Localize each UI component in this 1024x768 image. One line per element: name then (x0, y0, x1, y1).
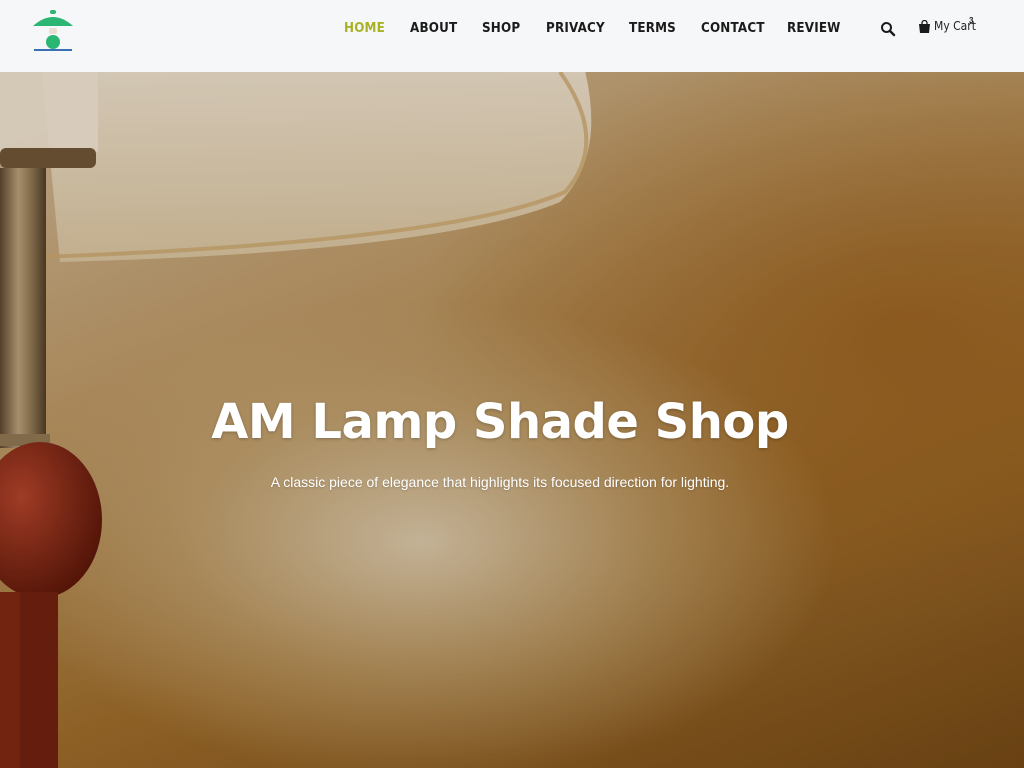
nav-terms[interactable]: TERMS (629, 21, 676, 36)
site-header: HOME ABOUT SHOP PRIVACY TERMS CONTACT RE… (0, 0, 1024, 72)
nav-home[interactable]: HOME (344, 21, 385, 36)
hero-subtitle: A classic piece of elegance that highlig… (270, 474, 730, 490)
nav-review[interactable]: REVIEW (787, 21, 841, 36)
cart-count-badge: 3 (969, 16, 974, 25)
shopping-bag-icon (919, 20, 930, 33)
nav-privacy[interactable]: PRIVACY (546, 21, 605, 36)
nav-contact[interactable]: CONTACT (701, 21, 765, 36)
nav-about[interactable]: ABOUT (410, 21, 457, 36)
hero-banner: AM Lamp Shade Shop A classic piece of el… (0, 72, 1024, 768)
lamp-logo-icon[interactable] (30, 8, 76, 54)
search-icon[interactable] (880, 21, 896, 37)
cart-link[interactable]: My Cart 3 (918, 16, 981, 34)
nav-shop[interactable]: SHOP (482, 21, 520, 36)
hero-title: AM Lamp Shade Shop (211, 394, 789, 450)
